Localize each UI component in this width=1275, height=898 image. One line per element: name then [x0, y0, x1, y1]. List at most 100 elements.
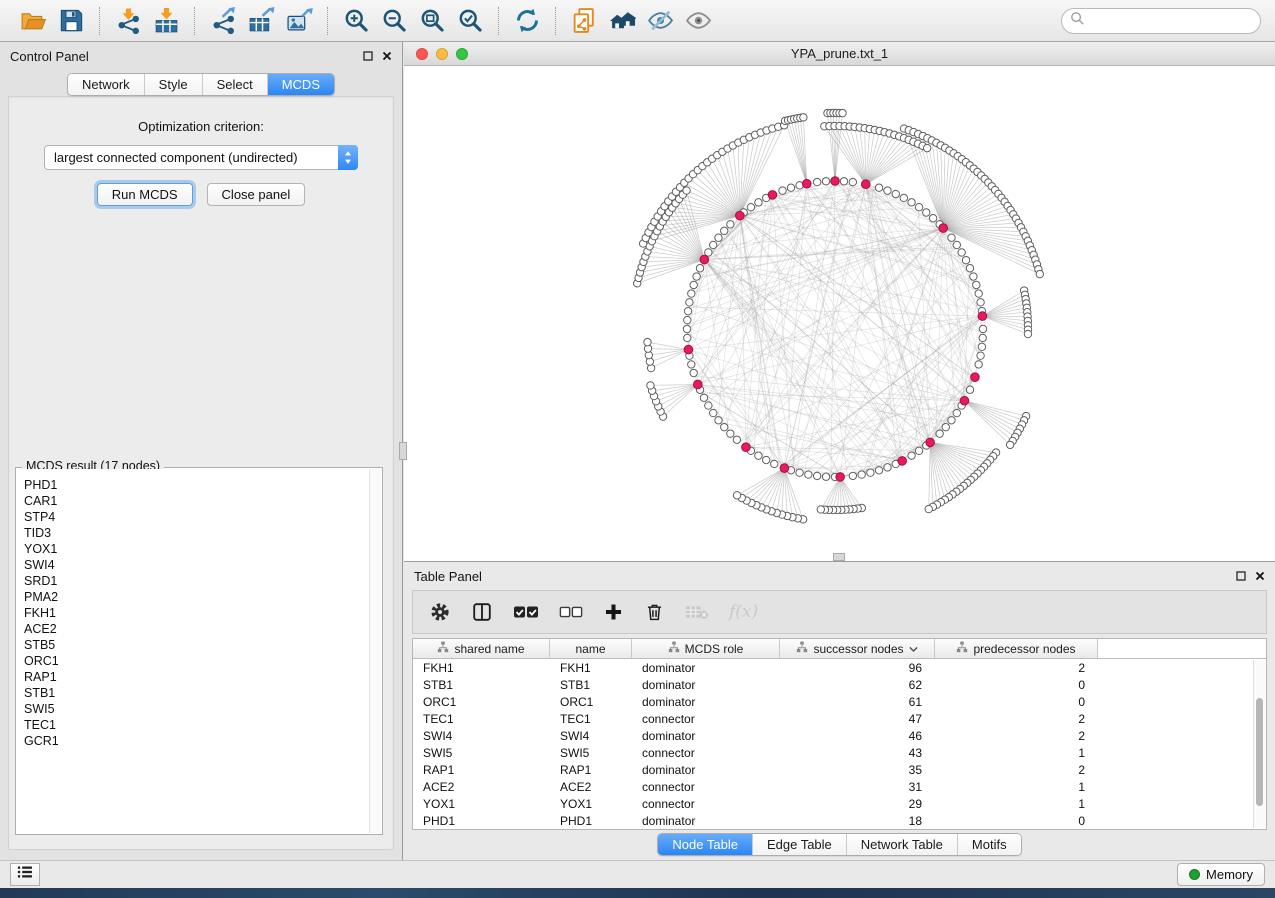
float-table-panel-icon[interactable]: [1235, 571, 1246, 582]
select-all-icon[interactable]: [513, 597, 539, 627]
desktop-background: [0, 888, 1275, 898]
table-settings-gear-icon[interactable]: [429, 597, 451, 627]
close-table-panel-icon[interactable]: [1254, 571, 1265, 582]
cell-name: ORC1: [550, 695, 632, 709]
mcds-result-item: TID3: [17, 525, 381, 541]
column-header-predecessor-nodes[interactable]: predecessor nodes: [935, 639, 1098, 658]
table-row[interactable]: YOX1YOX1connector291: [413, 795, 1253, 812]
cell-predecessor-nodes: 1: [935, 797, 1098, 811]
tab-network-table[interactable]: Network Table: [846, 834, 957, 855]
table-row[interactable]: FKH1FKH1dominator962: [413, 659, 1253, 676]
export-image-icon[interactable]: [284, 6, 314, 36]
close-window-icon[interactable]: [416, 48, 428, 60]
column-header-label: name: [575, 642, 605, 656]
tab-style[interactable]: Style: [144, 74, 202, 95]
node-table-body: FKH1FKH1dominator962STB1STB1dominator620…: [413, 659, 1253, 829]
column-header-name[interactable]: name: [550, 639, 632, 658]
control-panel-titlebar: Control Panel: [0, 42, 402, 70]
memory-button[interactable]: Memory: [1177, 863, 1265, 886]
network-window-titlebar[interactable]: YPA_prune.txt_1: [404, 42, 1275, 66]
toolbar-separator: [194, 7, 195, 35]
column-header-shared-name[interactable]: shared name: [413, 639, 550, 658]
tab-mcds[interactable]: MCDS: [267, 74, 334, 95]
search-input[interactable]: [1090, 13, 1266, 28]
node-table-header: shared name name MCDS role successor nodesp…: [413, 639, 1266, 659]
cell-name: TEC1: [550, 712, 632, 726]
export-network-icon[interactable]: [208, 6, 238, 36]
tab-network[interactable]: Network: [68, 74, 144, 95]
zoom-out-icon[interactable]: [379, 6, 409, 36]
table-scrollbar-thumb[interactable]: [1256, 698, 1263, 806]
zoom-selected-icon[interactable]: [455, 6, 485, 36]
open-file-icon[interactable]: [18, 6, 48, 36]
export-table-icon[interactable]: [246, 6, 276, 36]
add-row-icon[interactable]: [603, 597, 624, 627]
cell-shared-name: STB1: [413, 678, 550, 692]
show-all-icon[interactable]: [683, 6, 713, 36]
mcds-result-scrollbar[interactable]: [369, 469, 381, 833]
float-panel-icon[interactable]: [362, 51, 373, 62]
run-mcds-button[interactable]: Run MCDS: [97, 183, 193, 206]
column-header-filler: [1098, 639, 1266, 658]
mcds-result-list[interactable]: PHD1CAR1STP4TID3YOX1SWI4SRD1PMA2FKH1ACE2…: [17, 469, 381, 833]
hide-selected-icon[interactable]: [645, 6, 675, 36]
cell-mcds-role: connector: [632, 797, 780, 811]
column-header-successor-nodes[interactable]: successor nodes: [780, 639, 935, 658]
import-network-icon[interactable]: [113, 6, 143, 36]
cell-predecessor-nodes: 2: [935, 712, 1098, 726]
network-view-window: YPA_prune.txt_1: [404, 42, 1275, 562]
zoom-in-icon[interactable]: [341, 6, 371, 36]
tab-select[interactable]: Select: [202, 74, 267, 95]
first-neighbors-icon[interactable]: [607, 6, 637, 36]
table-row[interactable]: SWI5SWI5connector431: [413, 744, 1253, 761]
zoom-fit-icon[interactable]: [417, 6, 447, 36]
cell-mcds-role: dominator: [632, 661, 780, 675]
vertical-splitter-handle[interactable]: [399, 442, 407, 460]
horizontal-splitter-handle[interactable]: [833, 553, 845, 561]
close-panel-icon[interactable]: [381, 51, 392, 62]
optimization-criterion-label: Optimization criterion:: [9, 119, 393, 134]
cell-predecessor-nodes: 2: [935, 729, 1098, 743]
column-header-label: MCDS role: [685, 642, 744, 656]
network-canvas[interactable]: [404, 66, 1275, 561]
table-row[interactable]: ACE2ACE2connector311: [413, 778, 1253, 795]
table-row[interactable]: ORC1ORC1dominator610: [413, 693, 1253, 710]
tab-edge-table[interactable]: Edge Table: [752, 834, 846, 855]
table-row[interactable]: RAP1RAP1dominator352: [413, 761, 1253, 778]
task-history-button[interactable]: [10, 863, 40, 886]
cell-mcds-role: dominator: [632, 695, 780, 709]
close-panel-button[interactable]: Close panel: [207, 183, 306, 206]
column-header-mcds-role[interactable]: MCDS role: [632, 639, 780, 658]
minimize-window-icon[interactable]: [436, 48, 448, 60]
duplicate-network-icon[interactable]: [569, 6, 599, 36]
maximize-window-icon[interactable]: [456, 48, 468, 60]
table-scrollbar[interactable]: [1253, 660, 1265, 828]
search-box[interactable]: [1061, 8, 1261, 34]
cell-predecessor-nodes: 2: [935, 763, 1098, 777]
tab-node-table[interactable]: Node Table: [658, 834, 752, 855]
table-row[interactable]: STB1STB1dominator620: [413, 676, 1253, 693]
cell-mcds-role: dominator: [632, 814, 780, 828]
cell-shared-name: RAP1: [413, 763, 550, 777]
sort-descending-icon: [909, 642, 918, 656]
optimization-criterion-select[interactable]: largest connected component (undirected): [44, 145, 358, 170]
delete-row-icon[interactable]: [644, 597, 665, 627]
toolbar-separator: [99, 7, 100, 35]
dropdown-stepper-icon: [338, 145, 358, 170]
cell-successor-nodes: 62: [780, 678, 935, 692]
column-layout-icon[interactable]: [471, 597, 493, 627]
deselect-all-icon[interactable]: [559, 597, 583, 627]
tab-motifs[interactable]: Motifs: [957, 834, 1021, 855]
table-row[interactable]: SWI4SWI4dominator462: [413, 727, 1253, 744]
mcds-result-item: SWI5: [17, 701, 381, 717]
table-row[interactable]: TEC1TEC1connector472: [413, 710, 1253, 727]
optimization-criterion-value: largest connected component (undirected): [45, 150, 338, 165]
memory-button-label: Memory: [1206, 867, 1253, 882]
import-table-icon[interactable]: [151, 6, 181, 36]
table-row[interactable]: PHD1PHD1dominator180: [413, 812, 1253, 829]
cytoscape-window: Control Panel NetworkStyleSelectMCDS Opt…: [0, 0, 1275, 898]
network-graph[interactable]: [404, 66, 1273, 561]
save-session-icon[interactable]: [56, 6, 86, 36]
refresh-icon[interactable]: [512, 6, 542, 36]
cell-mcds-role: dominator: [632, 763, 780, 777]
